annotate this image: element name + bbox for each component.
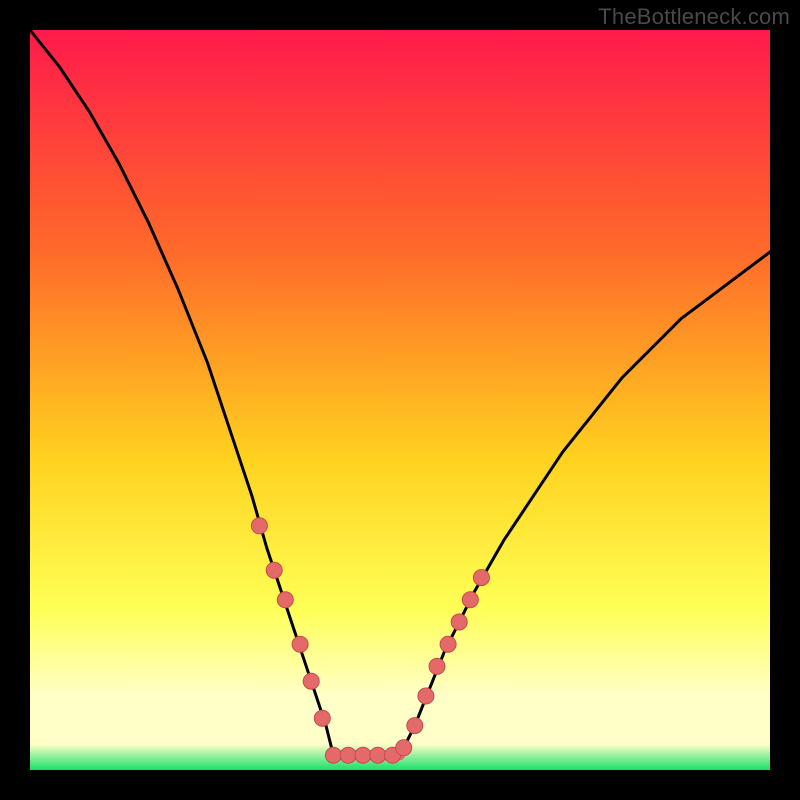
marker-dot (396, 740, 412, 756)
marker-dot (314, 710, 330, 726)
marker-dot (451, 614, 467, 630)
chart-frame: TheBottleneck.com (0, 0, 800, 800)
marker-dot (277, 592, 293, 608)
marker-dot (340, 747, 356, 763)
plot-area (30, 30, 770, 770)
marker-dot (292, 636, 308, 652)
marker-dot (407, 718, 423, 734)
curve-layer (30, 30, 770, 770)
marker-dot (325, 747, 341, 763)
marker-dot (418, 688, 434, 704)
watermark-text: TheBottleneck.com (598, 4, 790, 30)
marker-dot (266, 562, 282, 578)
marker-dot (473, 570, 489, 586)
marker-dot (462, 592, 478, 608)
marker-dot (251, 518, 267, 534)
marker-dot (440, 636, 456, 652)
marker-dot (303, 673, 319, 689)
marker-dot (370, 747, 386, 763)
marker-dot (429, 658, 445, 674)
highlight-markers (251, 518, 489, 763)
marker-dot (355, 747, 371, 763)
bottleneck-curve (30, 30, 770, 755)
